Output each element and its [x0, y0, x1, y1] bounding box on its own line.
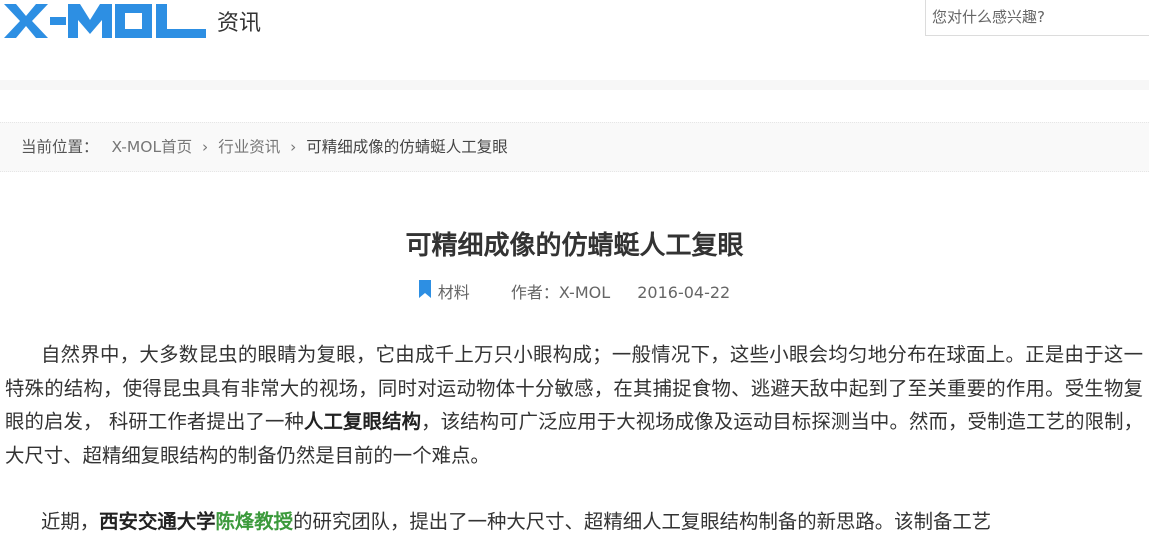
article-paragraph: 自然界中，大多数昆虫的眼睛为复眼，它由成千上万只小眼构成；一般情况下，这些小眼会… [0, 338, 1149, 472]
institution-name: 西安交通大学 [99, 510, 216, 533]
bold-term: 人工复眼结构 [304, 410, 422, 433]
article-body: 自然界中，大多数昆虫的眼睛为复眼，它由成千上万只小眼构成；一般情况下，这些小眼会… [0, 338, 1149, 536]
professor-link[interactable]: 陈烽教授 [216, 510, 294, 533]
search-box[interactable] [925, 0, 1149, 36]
x-mol-logo[interactable] [4, 4, 206, 38]
search-input[interactable] [926, 0, 1149, 35]
site-header: 资讯 [0, 0, 1149, 50]
bookmark-icon [418, 280, 431, 305]
article-meta: 材料 作者：X-MOL 2016-04-22 [0, 280, 1149, 305]
logo-graphic [4, 4, 206, 38]
section-label[interactable]: 资讯 [217, 9, 261, 39]
breadcrumb-separator: › [290, 138, 297, 156]
breadcrumb-separator: › [202, 138, 209, 156]
breadcrumb-prefix: 当前位置： [21, 138, 99, 156]
article-date: 2016-04-22 [637, 283, 731, 302]
paragraph-text: 近期， [41, 510, 100, 533]
article-paragraph: 近期，西安交通大学陈烽教授的研究团队，提出了一种大尺寸、超精细人工复眼结构制备的… [0, 505, 1149, 536]
paragraph-text: 的研究团队，提出了一种大尺寸、超精细人工复眼结构制备的新思路。该制备工艺 [293, 510, 992, 533]
article-category[interactable]: 材料 [418, 280, 470, 305]
nav-strip [0, 80, 1149, 90]
article-title: 可精细成像的仿蜻蜓人工复眼 [405, 231, 744, 261]
breadcrumb-home-link[interactable]: X-MOL首页 [111, 138, 192, 156]
breadcrumb-category-link[interactable]: 行业资讯 [218, 138, 280, 156]
article-author: 作者：X-MOL [510, 283, 611, 302]
breadcrumb: 当前位置： X-MOL首页 › 行业资讯 › 可精细成像的仿蜻蜓人工复眼 [0, 122, 1149, 172]
article-category-label[interactable]: 材料 [438, 281, 470, 305]
breadcrumb-current: 可精细成像的仿蜻蜓人工复眼 [306, 138, 508, 156]
